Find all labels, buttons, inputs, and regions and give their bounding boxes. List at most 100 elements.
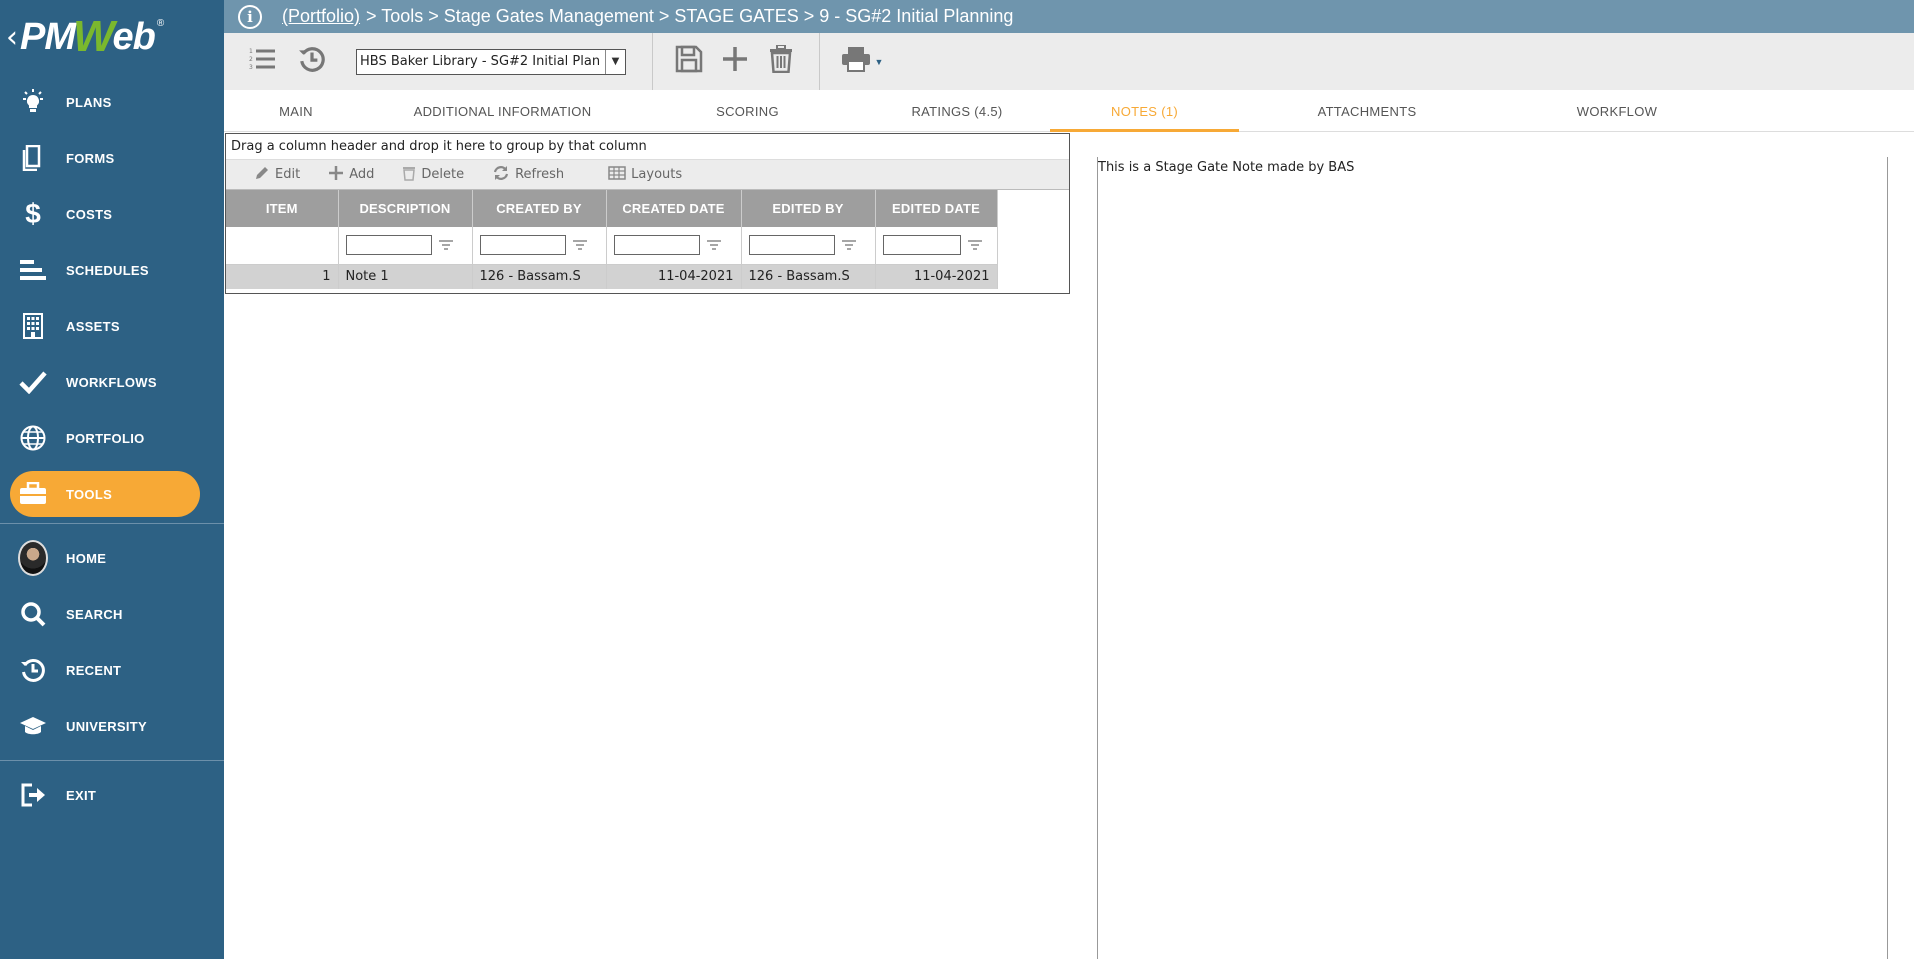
tab-ratings[interactable]: RATINGS (4.5) (858, 90, 1056, 132)
grid-delete-button[interactable]: Delete (402, 165, 464, 185)
building-icon (18, 311, 48, 341)
caret-down-icon[interactable]: ▼ (875, 57, 884, 67)
list-view-button[interactable]: 123 (240, 40, 284, 84)
logo-text-w: W (73, 12, 115, 61)
grid-edit-button[interactable]: Edit (254, 165, 300, 185)
column-header-item[interactable]: ITEM (226, 190, 339, 227)
print-button[interactable]: ▼ (834, 40, 890, 84)
svg-text:2: 2 (249, 56, 253, 63)
sidebar-item-assets[interactable]: ASSETS (0, 298, 224, 354)
sidebar-item-label: EXIT (66, 787, 97, 803)
chevron-down-icon[interactable]: ▼ (605, 49, 625, 74)
avatar (18, 540, 48, 576)
cell-edited-by: 126 - Bassam.S (741, 264, 876, 289)
gantt-icon (18, 255, 48, 285)
filter-input-created-by[interactable] (479, 235, 566, 256)
filter-cell-item (226, 227, 339, 265)
logo-text-eb: eb (112, 15, 156, 58)
tab-notes[interactable]: NOTES (1) (1050, 90, 1239, 132)
grid-add-button[interactable]: Add (328, 165, 374, 185)
record-select[interactable]: HBS Baker Library - SG#2 Initial Plan ▼ (356, 48, 626, 75)
record-select-value: HBS Baker Library - SG#2 Initial Plan (360, 54, 601, 69)
sidebar-item-university[interactable]: UNIVERSITY (0, 698, 224, 754)
filter-input-description[interactable] (345, 235, 432, 256)
delete-button[interactable] (759, 40, 803, 84)
filter-cell-description (338, 227, 473, 265)
sidebar-item-label: RECENT (66, 662, 122, 678)
filter-icon[interactable] (967, 238, 983, 253)
cell-description: Note 1 (338, 264, 473, 289)
sidebar-item-workflows[interactable]: WORKFLOWS (0, 354, 224, 410)
grid-layouts-label: Layouts (631, 167, 683, 182)
filter-cell-created-date (606, 227, 742, 265)
sidebar-item-label: ASSETS (66, 318, 120, 334)
search-icon (18, 599, 48, 629)
trash-icon (769, 44, 793, 78)
save-icon (675, 45, 703, 78)
filter-input-edited-date[interactable] (882, 235, 961, 256)
sidebar-item-label: FORMS (66, 150, 115, 166)
history-button[interactable] (290, 40, 334, 84)
toolbar-divider (652, 33, 653, 90)
sidebar-item-label: SEARCH (66, 606, 123, 622)
sidebar-item-portfolio[interactable]: PORTFOLIO (0, 410, 224, 466)
checkmark-icon (18, 367, 48, 397)
sidebar: ‹ PM Web ® PLANS FORMS $ COSTS SCHEDULES A… (0, 0, 224, 959)
grid-refresh-button[interactable]: Refresh (492, 165, 564, 185)
group-by-hint[interactable]: Drag a column header and drop it here to… (226, 134, 1069, 160)
graduation-cap-icon (18, 711, 48, 741)
sidebar-item-forms[interactable]: FORMS (0, 130, 224, 186)
sidebar-item-tools[interactable]: TOOLS (10, 471, 200, 517)
breadcrumb-portfolio-link[interactable]: (Portfolio) (282, 6, 360, 27)
tab-additional-information[interactable]: ADDITIONAL INFORMATION (368, 90, 637, 132)
filter-cell-edited-by (741, 227, 876, 265)
sidebar-item-search[interactable]: SEARCH (0, 586, 224, 642)
sidebar-item-schedules[interactable]: SCHEDULES (0, 242, 224, 298)
save-button[interactable] (667, 40, 711, 84)
tab-workflow[interactable]: WORKFLOW (1495, 90, 1739, 132)
cell-created-by: 126 - Bassam.S (472, 264, 607, 289)
tab-main[interactable]: MAIN (224, 90, 368, 132)
add-button[interactable] (713, 40, 757, 84)
sidebar-item-label: HOME (66, 550, 107, 566)
grid-action-bar: Edit Add Delete Refresh Layouts (226, 160, 1069, 190)
refresh-icon (492, 165, 515, 185)
tab-scoring[interactable]: SCORING (637, 90, 858, 132)
column-header-description[interactable]: DESCRIPTION (338, 190, 473, 227)
filter-icon[interactable] (438, 238, 454, 253)
pmweb-logo[interactable]: ‹ PM Web ® (0, 0, 224, 74)
filter-input-edited-by[interactable] (748, 235, 835, 256)
grid-layouts-button[interactable]: Layouts (608, 165, 683, 184)
info-icon[interactable]: i (238, 4, 262, 29)
filter-icon[interactable] (841, 238, 857, 253)
sidebar-item-label: SCHEDULES (66, 262, 149, 278)
sidebar-item-home[interactable]: HOME (0, 530, 224, 586)
grid-delete-label: Delete (421, 167, 465, 182)
column-header-created-date[interactable]: CREATED DATE (606, 190, 742, 227)
numbered-list-icon: 123 (249, 47, 275, 76)
column-header-created-by[interactable]: CREATED BY (472, 190, 607, 227)
grid-refresh-label: Refresh (515, 167, 565, 182)
sidebar-item-costs[interactable]: $ COSTS (0, 186, 224, 242)
breadcrumb-path: > Tools > Stage Gates Management > STAGE… (366, 6, 1014, 26)
filter-input-created-date[interactable] (613, 235, 700, 256)
registered-mark: ® (156, 17, 165, 29)
filter-row (226, 227, 998, 265)
note-editor-panel[interactable] (1097, 157, 1888, 959)
filter-cell-created-by (472, 227, 607, 265)
svg-text:1: 1 (249, 48, 253, 55)
column-header-edited-date[interactable]: EDITED DATE (875, 190, 998, 227)
sidebar-item-plans[interactable]: PLANS (0, 74, 224, 130)
cell-edited-date: 11-04-2021 (875, 264, 998, 289)
sidebar-divider (0, 760, 224, 761)
table-row[interactable]: 1 Note 1 126 - Bassam.S 11-04-2021 126 -… (226, 264, 998, 289)
sidebar-item-recent[interactable]: RECENT (0, 642, 224, 698)
sidebar-item-label: PLANS (66, 94, 112, 110)
history-icon (298, 45, 326, 78)
filter-icon[interactable] (572, 238, 588, 253)
sidebar-item-exit[interactable]: EXIT (0, 767, 224, 823)
column-header-edited-by[interactable]: EDITED BY (741, 190, 876, 227)
filter-icon[interactable] (706, 238, 722, 253)
tab-attachments[interactable]: ATTACHMENTS (1239, 90, 1495, 132)
back-chevron-icon[interactable]: ‹ (6, 20, 18, 55)
